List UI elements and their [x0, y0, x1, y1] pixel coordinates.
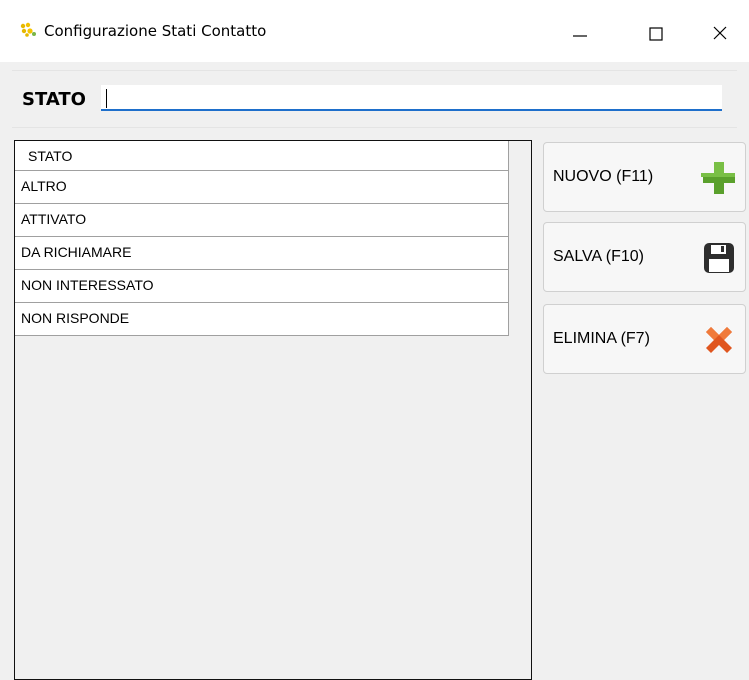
grid-row[interactable]: NON RISPONDE	[15, 303, 509, 336]
minimize-button[interactable]	[557, 12, 603, 52]
stato-input[interactable]	[101, 85, 722, 111]
minimize-icon	[573, 35, 587, 37]
grid-row[interactable]: ALTRO	[15, 171, 509, 204]
title-bar: Configurazione Stati Contatto	[0, 0, 749, 62]
text-caret	[106, 89, 107, 108]
close-button[interactable]	[697, 12, 743, 52]
elimina-button-label: ELIMINA (F7)	[553, 330, 650, 347]
grid-row[interactable]: DA RICHIAMARE	[15, 237, 509, 270]
stati-grid[interactable]: STATO ALTRO ATTIVATO DA RICHIAMARE NON I…	[14, 140, 532, 680]
window-title: Configurazione Stati Contatto	[44, 22, 267, 40]
app-logo-icon	[20, 22, 36, 37]
salva-button-label: SALVA (F10)	[553, 248, 644, 265]
grid-row[interactable]: NON INTERESSATO	[15, 270, 509, 303]
close-icon	[713, 26, 727, 40]
floppy-disk-icon	[704, 243, 734, 273]
maximize-icon	[649, 27, 663, 41]
stato-panel: STATO	[12, 70, 737, 128]
nuovo-button-label: NUOVO (F11)	[553, 168, 654, 185]
salva-button[interactable]: SALVA (F10)	[543, 222, 746, 292]
plus-icon	[701, 162, 735, 194]
grid-column-header-stato[interactable]: STATO	[15, 141, 509, 171]
elimina-button[interactable]: ELIMINA (F7)	[543, 304, 746, 374]
grid-row[interactable]: ATTIVATO	[15, 204, 509, 237]
nuovo-button[interactable]: NUOVO (F11)	[543, 142, 746, 212]
stato-label: STATO	[22, 89, 86, 110]
delete-x-icon	[706, 327, 732, 353]
maximize-button[interactable]	[633, 12, 679, 52]
